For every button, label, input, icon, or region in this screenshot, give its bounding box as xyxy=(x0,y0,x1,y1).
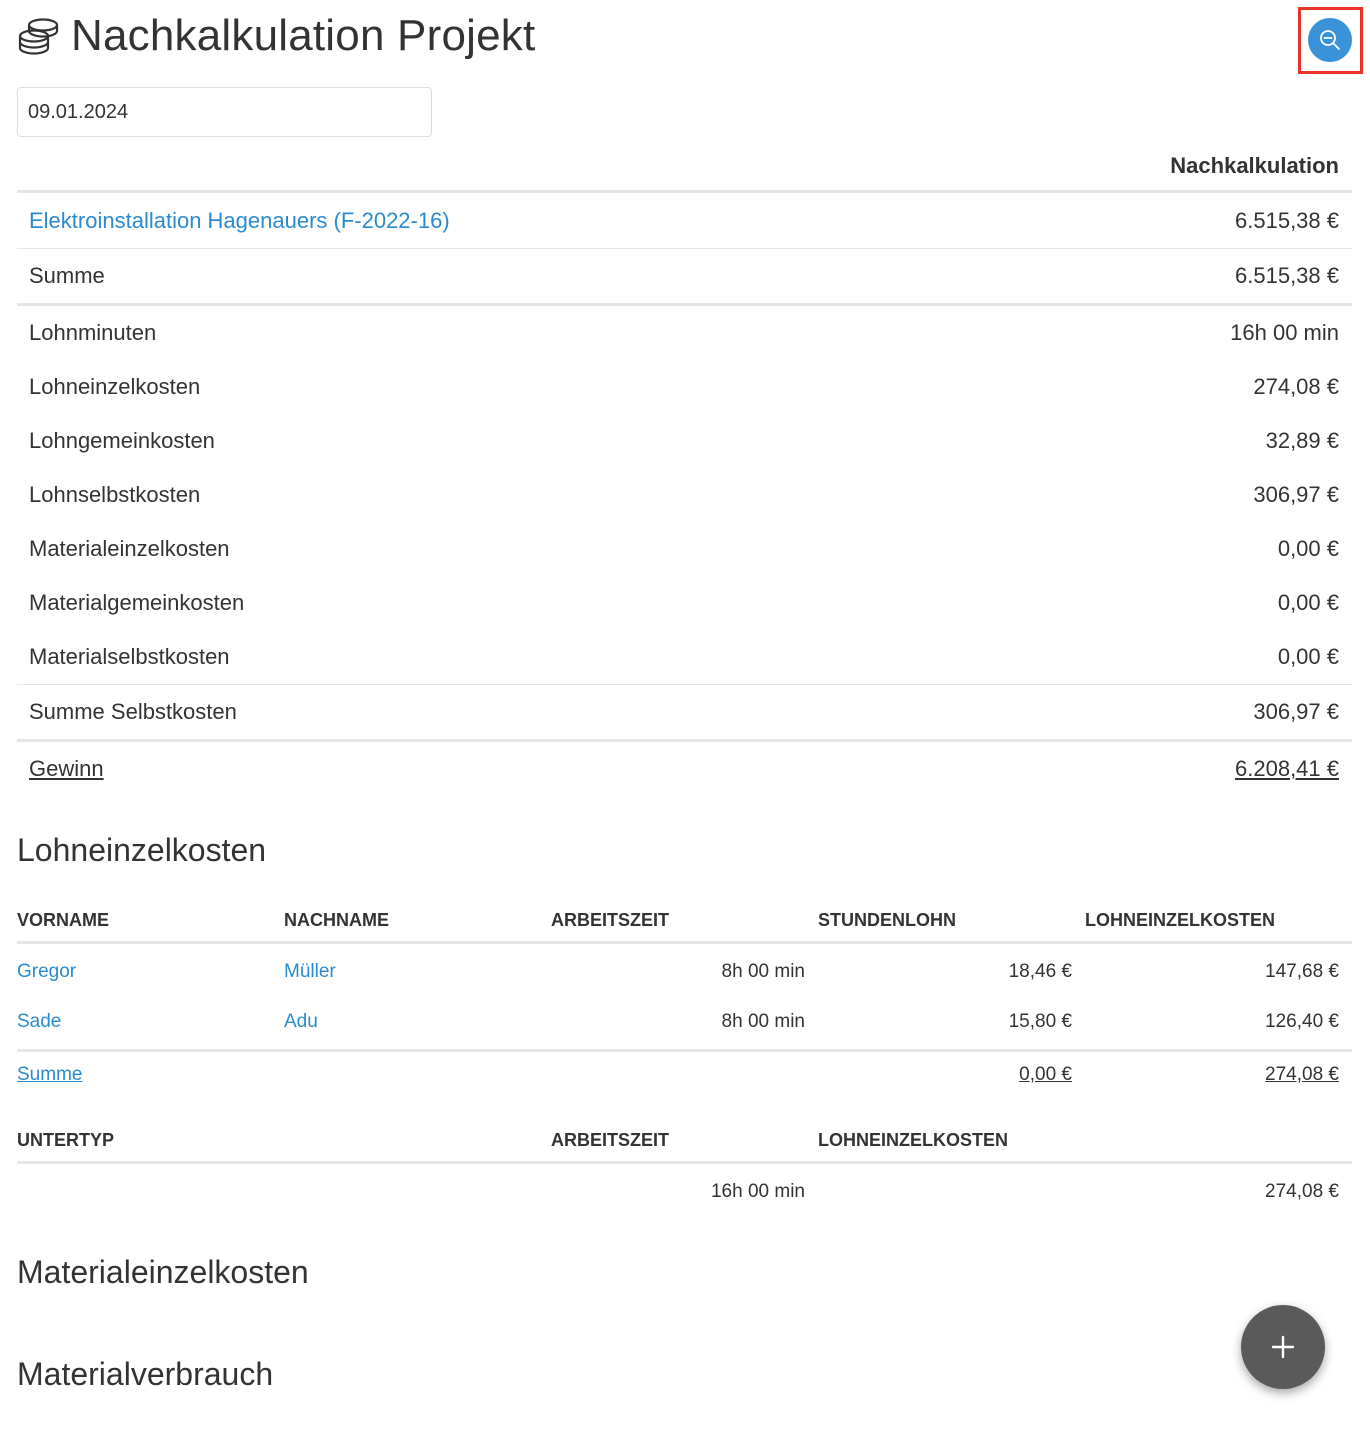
project-row: Elektroinstallation Hagenauers (F-2022-1… xyxy=(17,194,1352,248)
sum-value: 6.515,38 € xyxy=(1235,263,1339,288)
labor-sum-rate: 0,00 € xyxy=(1019,1064,1072,1085)
cost-value: 0,00 € xyxy=(1277,644,1339,669)
zoom-out-button[interactable] xyxy=(1308,18,1352,62)
labor-sum-label[interactable]: Summe xyxy=(17,1064,82,1086)
cost-label: Materialeinzelkosten xyxy=(29,536,230,561)
table-row: Gregor Müller 8h 00 min 18,46 € 147,68 € xyxy=(17,948,1352,998)
cost-label: Materialselbstkosten xyxy=(29,644,230,669)
profit-value: 6.208,41 € xyxy=(1235,756,1339,781)
zoom-out-icon xyxy=(1320,30,1340,50)
add-button[interactable] xyxy=(1241,1305,1325,1389)
cost-label: Materialgemeinkosten xyxy=(29,590,245,615)
firstname-link[interactable]: Sade xyxy=(17,1011,61,1033)
profit-row: Gewinn 6.208,41 € xyxy=(17,742,1352,796)
cost-label: Lohnselbstkosten xyxy=(29,482,201,507)
cost-value: 274,08 € xyxy=(1253,374,1339,399)
calc-column-label: Nachkalkulation xyxy=(1170,153,1339,178)
cost-label: Lohnminuten xyxy=(29,320,157,345)
calc-column-header: Nachkalkulation xyxy=(17,145,1352,193)
project-value: 6.515,38 € xyxy=(1235,208,1339,233)
profit-label: Gewinn xyxy=(29,756,104,781)
lastname-link[interactable]: Adu xyxy=(284,1011,318,1033)
worktime-cell: 8h 00 min xyxy=(721,1011,805,1032)
cost-value: 0,00 € xyxy=(1277,536,1339,561)
cost-row: Lohneinzelkosten 274,08 € xyxy=(17,360,1352,414)
table-row: Sade Adu 8h 00 min 15,80 € 126,40 € xyxy=(17,998,1352,1048)
coins-icon xyxy=(18,18,59,55)
col-subtype: UNTERTYP xyxy=(17,1130,115,1150)
lastname-link[interactable]: Müller xyxy=(284,961,336,983)
subtype-row: 16h 00 min 274,08 € xyxy=(17,1168,1352,1218)
total-costs-label: Summe Selbstkosten xyxy=(29,699,237,724)
page-title: Nachkalkulation Projekt xyxy=(71,11,536,60)
firstname-link[interactable]: Gregor xyxy=(17,961,76,983)
col-labor-cost: LOHNEINZELKOSTEN xyxy=(1085,910,1276,930)
cost-label: Lohngemeinkosten xyxy=(29,428,215,453)
col-firstname: VORNAME xyxy=(17,910,110,930)
col-worktime: ARBEITSZEIT xyxy=(551,910,670,930)
date-input[interactable] xyxy=(17,87,432,137)
cost-row: Lohngemeinkosten 32,89 € xyxy=(17,414,1352,468)
cost-cell: 126,40 € xyxy=(1265,1011,1339,1032)
worktime-cell: 16h 00 min xyxy=(710,1181,805,1202)
total-costs-value: 306,97 € xyxy=(1253,699,1339,724)
col-worktime: ARBEITSZEIT xyxy=(551,1130,670,1150)
cost-row: Lohnselbstkosten 306,97 € xyxy=(17,468,1352,522)
cost-value: 0,00 € xyxy=(1277,590,1339,615)
cost-row: Materialeinzelkosten 0,00 € xyxy=(17,522,1352,576)
cost-label: Lohneinzelkosten xyxy=(29,374,201,399)
material-section-title: Materialeinzelkosten xyxy=(17,1254,309,1290)
project-link[interactable]: Elektroinstallation Hagenauers (F-2022-1… xyxy=(29,208,450,234)
col-labor-cost: LOHNEINZELKOSTEN xyxy=(818,1130,1009,1150)
labor-table-header: VORNAME NACHNAME ARBEITSZEIT STUNDENLOHN… xyxy=(17,900,1352,944)
page-header: Nachkalkulation Projekt xyxy=(17,8,535,64)
labor-sum-cost: 274,08 € xyxy=(1265,1064,1339,1085)
cost-row: Lohnminuten 16h 00 min xyxy=(17,306,1352,360)
cost-value: 306,97 € xyxy=(1253,482,1339,507)
total-costs-row: Summe Selbstkosten 306,97 € xyxy=(17,685,1352,739)
subtype-table-header: UNTERTYP ARBEITSZEIT LOHNEINZELKOSTEN xyxy=(17,1120,1352,1164)
cost-value: 16h 00 min xyxy=(1230,320,1339,345)
worktime-cell: 8h 00 min xyxy=(721,961,805,982)
rate-cell: 18,46 € xyxy=(1008,961,1072,982)
cost-cell: 147,68 € xyxy=(1265,961,1339,982)
consumption-section-title: Materialverbrauch xyxy=(17,1356,274,1392)
col-hourly-rate: STUNDENLOHN xyxy=(818,910,956,930)
cost-row: Materialgemeinkosten 0,00 € xyxy=(17,576,1352,630)
cost-row: Materialselbstkosten 0,00 € xyxy=(17,630,1352,684)
col-lastname: NACHNAME xyxy=(284,910,389,930)
sum-row: Summe 6.515,38 € xyxy=(17,249,1352,303)
rate-cell: 15,80 € xyxy=(1008,1011,1072,1032)
sum-label: Summe xyxy=(29,263,105,288)
cost-cell: 274,08 € xyxy=(1265,1181,1339,1202)
cost-value: 32,89 € xyxy=(1265,428,1339,453)
labor-section-title: Lohneinzelkosten xyxy=(17,832,267,868)
labor-sum-row: Summe 0,00 € 274,08 € xyxy=(17,1051,1352,1101)
plus-icon xyxy=(1271,1335,1295,1359)
